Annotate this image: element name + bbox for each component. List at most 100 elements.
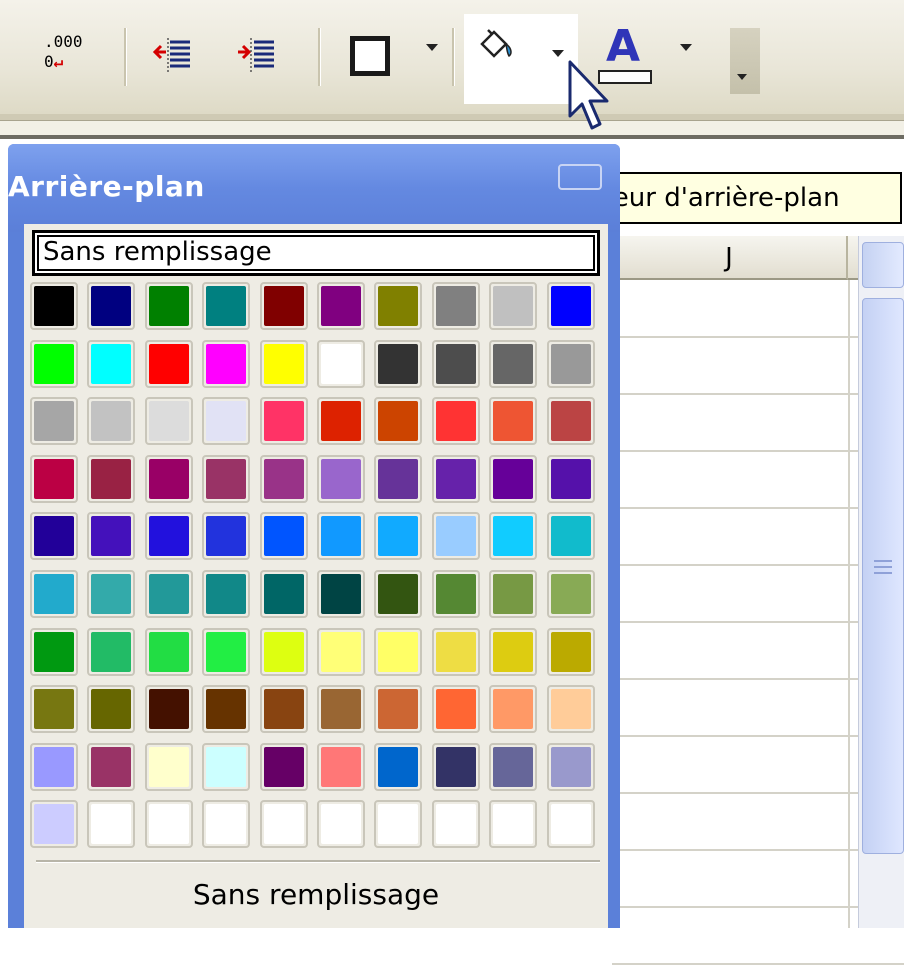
color-swatch[interactable]: [202, 570, 250, 618]
color-swatch[interactable]: [202, 800, 250, 848]
color-swatch[interactable]: [317, 628, 365, 676]
color-swatch[interactable]: [87, 340, 135, 388]
color-swatch[interactable]: [374, 282, 422, 330]
color-swatch[interactable]: [202, 397, 250, 445]
color-swatch[interactable]: [317, 800, 365, 848]
color-swatch[interactable]: [432, 340, 480, 388]
color-swatch[interactable]: [145, 512, 193, 560]
color-swatch[interactable]: [374, 628, 422, 676]
color-swatch[interactable]: [432, 685, 480, 733]
color-swatch[interactable]: [317, 340, 365, 388]
color-swatch[interactable]: [260, 282, 308, 330]
color-swatch[interactable]: [317, 512, 365, 560]
color-swatch[interactable]: [145, 340, 193, 388]
color-swatch[interactable]: [317, 685, 365, 733]
color-swatch[interactable]: [145, 397, 193, 445]
color-swatch[interactable]: [317, 743, 365, 791]
color-swatch[interactable]: [374, 743, 422, 791]
color-swatch[interactable]: [547, 455, 595, 503]
color-swatch[interactable]: [317, 570, 365, 618]
color-swatch[interactable]: [489, 512, 537, 560]
color-swatch[interactable]: [202, 743, 250, 791]
color-swatch[interactable]: [145, 282, 193, 330]
color-swatch[interactable]: [145, 455, 193, 503]
toolbar-options-arrow-icon[interactable]: [737, 74, 747, 80]
color-swatch[interactable]: [87, 800, 135, 848]
color-swatch[interactable]: [260, 570, 308, 618]
color-swatch[interactable]: [145, 743, 193, 791]
palette-close-button[interactable]: [558, 164, 602, 190]
decrease-indent-icon[interactable]: [152, 34, 192, 74]
color-swatch[interactable]: [489, 685, 537, 733]
color-swatch[interactable]: [547, 570, 595, 618]
color-swatch[interactable]: [260, 628, 308, 676]
color-swatch[interactable]: [30, 397, 78, 445]
scroll-up-button[interactable]: [862, 242, 904, 288]
toolbar-options-button[interactable]: [730, 28, 760, 94]
color-swatch[interactable]: [432, 455, 480, 503]
color-swatch[interactable]: [260, 512, 308, 560]
font-color-dropdown-arrow-icon[interactable]: [680, 44, 692, 51]
color-swatch[interactable]: [87, 685, 135, 733]
color-swatch[interactable]: [432, 570, 480, 618]
color-swatch[interactable]: [260, 455, 308, 503]
column-header-j[interactable]: J: [612, 236, 848, 280]
color-swatch[interactable]: [489, 282, 537, 330]
color-swatch[interactable]: [202, 340, 250, 388]
color-swatch[interactable]: [30, 685, 78, 733]
color-swatch[interactable]: [145, 685, 193, 733]
color-swatch[interactable]: [547, 743, 595, 791]
color-swatch[interactable]: [30, 455, 78, 503]
color-swatch[interactable]: [87, 570, 135, 618]
color-swatch[interactable]: [489, 455, 537, 503]
color-swatch[interactable]: [374, 800, 422, 848]
color-swatch[interactable]: [145, 628, 193, 676]
color-swatch[interactable]: [87, 628, 135, 676]
color-swatch[interactable]: [145, 800, 193, 848]
increase-indent-icon[interactable]: [236, 34, 276, 74]
color-swatch[interactable]: [87, 455, 135, 503]
no-fill-option-bottom[interactable]: Sans remplissage: [24, 870, 608, 920]
color-swatch[interactable]: [202, 628, 250, 676]
color-swatch[interactable]: [547, 628, 595, 676]
color-swatch[interactable]: [30, 800, 78, 848]
color-swatch[interactable]: [202, 685, 250, 733]
color-swatch[interactable]: [30, 282, 78, 330]
color-swatch[interactable]: [374, 685, 422, 733]
color-swatch[interactable]: [30, 570, 78, 618]
color-swatch[interactable]: [547, 397, 595, 445]
color-swatch[interactable]: [489, 800, 537, 848]
fill-color-icon[interactable]: [476, 26, 516, 66]
color-swatch[interactable]: [317, 282, 365, 330]
color-swatch[interactable]: [260, 743, 308, 791]
color-swatch[interactable]: [489, 628, 537, 676]
color-swatch[interactable]: [317, 455, 365, 503]
color-swatch[interactable]: [260, 397, 308, 445]
color-swatch[interactable]: [145, 570, 193, 618]
scroll-thumb[interactable]: [862, 298, 904, 854]
color-swatch[interactable]: [87, 282, 135, 330]
color-swatch[interactable]: [30, 340, 78, 388]
color-swatch[interactable]: [547, 800, 595, 848]
color-swatch[interactable]: [30, 628, 78, 676]
color-swatch[interactable]: [202, 512, 250, 560]
color-swatch[interactable]: [432, 282, 480, 330]
color-swatch[interactable]: [87, 397, 135, 445]
color-swatch[interactable]: [432, 397, 480, 445]
color-swatch[interactable]: [202, 455, 250, 503]
color-swatch[interactable]: [489, 743, 537, 791]
color-swatch[interactable]: [432, 628, 480, 676]
color-swatch[interactable]: [87, 743, 135, 791]
color-swatch[interactable]: [547, 685, 595, 733]
color-swatch[interactable]: [202, 282, 250, 330]
color-swatch[interactable]: [489, 340, 537, 388]
color-swatch[interactable]: [374, 455, 422, 503]
color-swatch[interactable]: [547, 512, 595, 560]
color-swatch[interactable]: [432, 800, 480, 848]
borders-dropdown-arrow-icon[interactable]: [426, 44, 438, 51]
color-swatch[interactable]: [260, 800, 308, 848]
color-swatch[interactable]: [260, 340, 308, 388]
color-swatch[interactable]: [547, 340, 595, 388]
color-swatch[interactable]: [374, 397, 422, 445]
color-swatch[interactable]: [374, 570, 422, 618]
